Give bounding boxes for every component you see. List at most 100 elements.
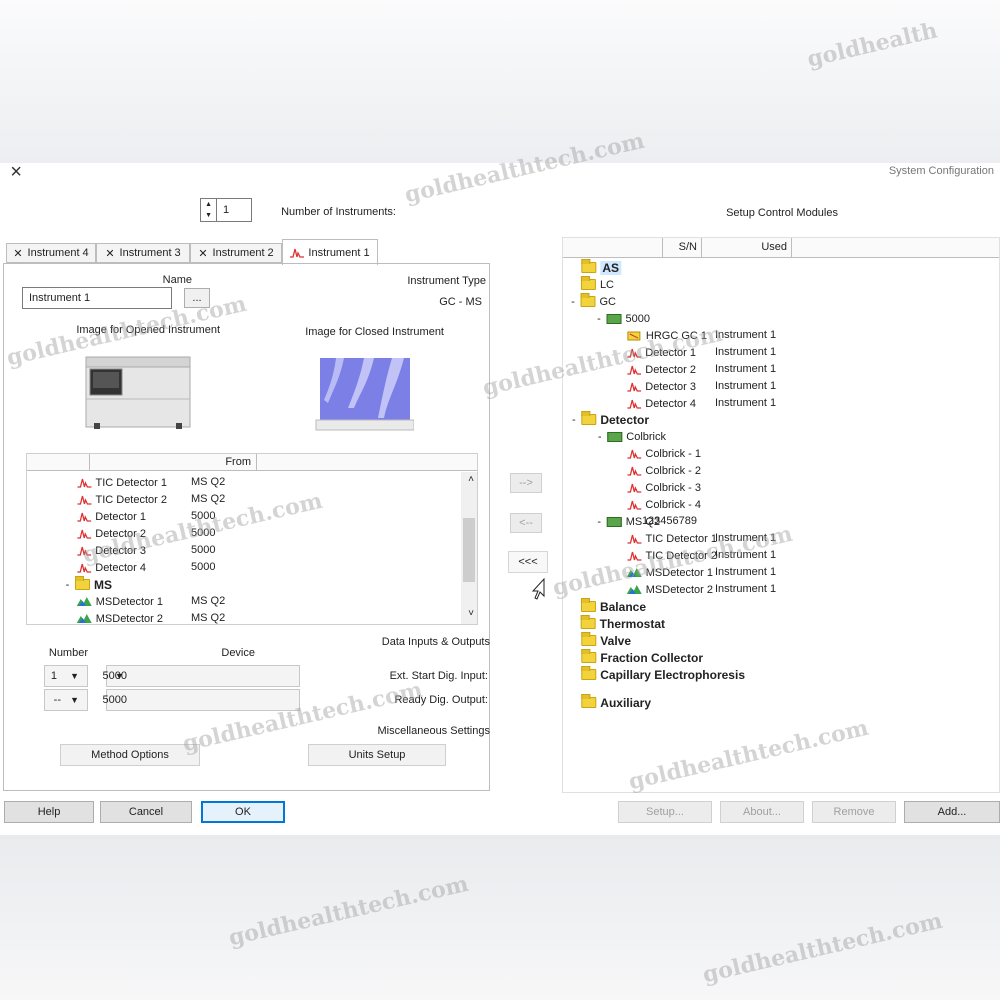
tree-item[interactable]: - GC	[569, 293, 617, 310]
units-setup-button[interactable]: Units Setup	[308, 744, 446, 766]
about-button[interactable]: About...	[720, 801, 804, 823]
tree-item[interactable]: TIC Detector 1	[615, 530, 717, 547]
tree-item-label: 5000	[626, 312, 651, 325]
scroll-thumb[interactable]	[463, 518, 475, 582]
ready-device-select[interactable]: 5000	[103, 689, 300, 711]
expand-toggle-icon[interactable]: -	[595, 313, 604, 325]
list-item[interactable]: TIC Detector 2	[77, 491, 167, 508]
detector-peak-icon	[77, 478, 91, 488]
tree-item[interactable]: Colbrick - 3	[615, 479, 701, 496]
tree-item[interactable]: AS	[569, 259, 621, 276]
list-item[interactable]: MSDetector 2	[77, 610, 163, 627]
expand-toggle-icon[interactable]: -	[63, 579, 72, 591]
ext-start-number-select[interactable]: ▼ 1	[44, 665, 88, 687]
tree-item[interactable]: TIC Detector 2	[615, 547, 717, 564]
close-tab-icon[interactable]: ✕	[13, 247, 22, 260]
tree-item[interactable]: MSDetector 1	[615, 564, 713, 581]
tree-item-used: Instrument 1	[715, 532, 777, 544]
column-sn[interactable]: S/N	[679, 241, 697, 253]
system-configuration-window: System Configuration × Setup Control Mod…	[0, 163, 1000, 835]
opened-instrument-image[interactable]	[82, 353, 192, 433]
ms-detector-icon	[627, 568, 642, 577]
remove-button[interactable]: Remove	[812, 801, 896, 823]
close-icon[interactable]: ×	[10, 163, 22, 184]
instrument-modules-list[interactable]: From TIC Detector 1 MS Q2 TIC Detector 2 MS…	[26, 453, 478, 625]
tree-item[interactable]: LC	[569, 276, 614, 293]
tree-item[interactable]: Capillary Electrophoresis	[569, 666, 745, 683]
list-item[interactable]: Detector 1	[77, 508, 146, 525]
method-options-button[interactable]: Method Options	[60, 744, 200, 766]
transfer-remove-button[interactable]: <--	[510, 513, 542, 533]
expand-toggle-icon[interactable]: -	[569, 414, 578, 426]
closed-instrument-image[interactable]	[314, 348, 414, 434]
list-scrollbar[interactable]: ˄ ˅	[461, 472, 477, 624]
scroll-up-icon[interactable]: ˄	[468, 474, 474, 485]
tab-instrument-4[interactable]: ✕ Instrument 4	[6, 243, 96, 263]
device-label: Device	[221, 647, 255, 659]
scroll-down-icon[interactable]: ˅	[468, 608, 474, 619]
photo-background-top	[0, 0, 1000, 163]
list-item-from: 5000	[191, 510, 216, 522]
ready-number-select[interactable]: ▼ --	[44, 689, 88, 711]
transfer-add-button[interactable]: -->	[510, 473, 542, 493]
transfer-remove-all-button[interactable]: <<<	[508, 551, 548, 573]
tree-item[interactable]: HRGC GC 1	[615, 327, 707, 344]
tab-instrument-2[interactable]: ✕ Instrument 2	[190, 243, 282, 263]
tree-item[interactable]: Auxiliary	[569, 694, 651, 711]
tree-item-used: Instrument 1	[715, 380, 777, 392]
list-item-from: MS Q2	[191, 612, 226, 624]
setup-button[interactable]: Setup...	[618, 801, 712, 823]
tree-item[interactable]: Colbrick - 4	[615, 496, 701, 513]
list-item[interactable]: - MS	[63, 576, 112, 593]
add-button[interactable]: Add...	[904, 801, 1000, 823]
expand-toggle-icon[interactable]: -	[595, 431, 604, 443]
list-item[interactable]: MSDetector 1	[77, 593, 163, 610]
column-used[interactable]: Used	[761, 241, 787, 253]
detector-peak-icon	[627, 551, 641, 561]
tab-instrument-1[interactable]: Instrument 1	[282, 239, 378, 265]
detector-peak-icon	[627, 399, 641, 409]
expand-toggle-icon[interactable]: -	[595, 516, 604, 528]
tree-item[interactable]: Valve	[569, 632, 631, 649]
tree-item[interactable]: Detector 1	[615, 344, 696, 361]
tree-item[interactable]: Detector 3	[615, 378, 696, 395]
tree-item[interactable]: Detector 4	[615, 395, 696, 412]
folder-icon	[581, 414, 596, 425]
tree-item[interactable]: Fraction Collector	[569, 649, 703, 666]
tree-item[interactable]: Colbrick - 1	[615, 445, 701, 462]
tree-item[interactable]: Colbrick - 2	[615, 462, 701, 479]
list-item[interactable]: Detector 4	[77, 559, 146, 576]
help-button[interactable]: Help	[4, 801, 94, 823]
detector-peak-icon	[627, 382, 641, 392]
detector-peak-icon	[77, 546, 91, 556]
browse-button[interactable]: ...	[184, 288, 210, 308]
cancel-button[interactable]: Cancel	[100, 801, 192, 823]
ext-start-device-select[interactable]: ▼ 5000	[103, 665, 300, 687]
close-tab-icon[interactable]: ✕	[198, 247, 207, 260]
tree-item[interactable]: MSDetector 2	[615, 581, 713, 598]
photo-background-bottom	[0, 835, 1000, 1000]
number-of-instruments-input[interactable]: 1	[216, 198, 252, 222]
tree-item[interactable]: - Colbrick	[595, 428, 666, 445]
list-item[interactable]: Detector 2	[77, 525, 146, 542]
list-item[interactable]: Detector 3	[77, 542, 146, 559]
tree-item-label: Detector 4	[645, 397, 696, 410]
tree-item[interactable]: Balance	[569, 598, 646, 615]
close-tab-icon[interactable]: ✕	[105, 247, 114, 260]
tree-item[interactable]: Thermostat	[569, 615, 665, 632]
column-from[interactable]: From	[225, 456, 251, 468]
list-item-from: 5000	[191, 561, 216, 573]
list-item[interactable]: TIC Detector 1	[77, 474, 167, 491]
name-input[interactable]: Instrument 1	[22, 287, 172, 309]
detector-peak-icon	[627, 348, 641, 358]
number-stepper-icon[interactable]: ▲ ▼	[200, 198, 216, 222]
folder-icon	[581, 697, 596, 708]
expand-toggle-icon[interactable]: -	[569, 296, 578, 308]
ok-button[interactable]: OK	[201, 801, 285, 823]
tree-item[interactable]: Detector 2	[615, 361, 696, 378]
ms-detector-icon	[77, 614, 92, 623]
tree-item[interactable]: - Detector	[569, 411, 649, 428]
modules-tree[interactable]: Used S/N AS LC - GC - 5000 HRGC GC 1 Instrument…	[562, 237, 1000, 793]
tab-instrument-3[interactable]: ✕ Instrument 3	[96, 243, 190, 263]
tree-item[interactable]: - 5000	[595, 310, 651, 327]
